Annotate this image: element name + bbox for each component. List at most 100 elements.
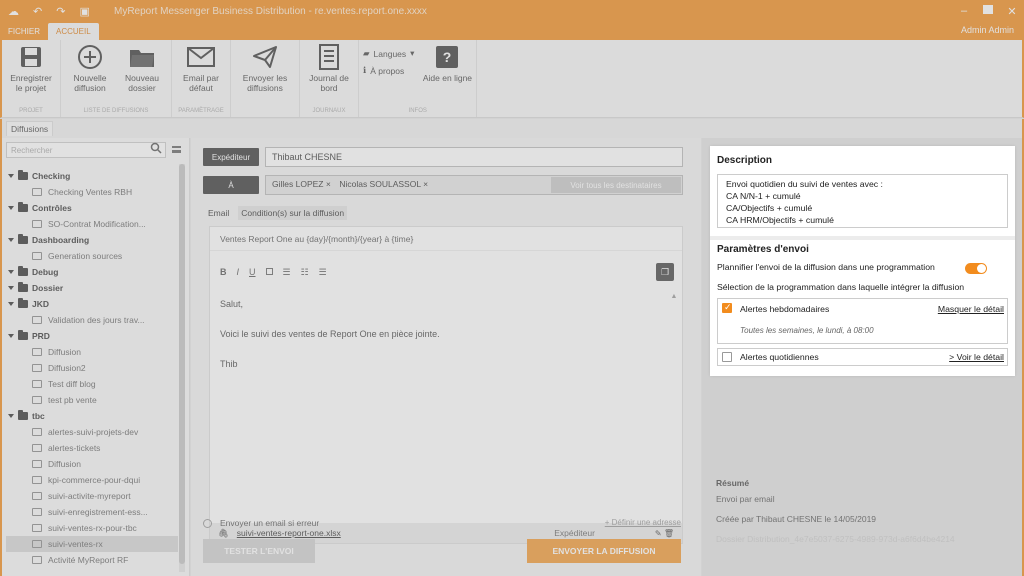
tree-folder[interactable]: Debug (6, 264, 178, 280)
recipients-field[interactable]: Gilles LOPEZ × Nicolas SOULASSOL × Voir … (265, 175, 683, 195)
minimize-button[interactable]: – (952, 5, 976, 18)
maximize-button[interactable] (976, 4, 1000, 18)
new-diffusion-button[interactable]: Nouvelle diffusion (65, 44, 115, 108)
tree-item[interactable]: Diffusion (6, 344, 178, 360)
search-icon[interactable] (150, 142, 162, 157)
diffusion-icon (32, 220, 42, 228)
tree-item[interactable]: suivi-ventes-rx (6, 536, 178, 552)
tree-item[interactable]: Validation des jours trav... (6, 312, 178, 328)
tree-item[interactable]: suivi-ventes-rx-pour-tbc (6, 520, 178, 536)
test-send-button[interactable]: TESTER L'ENVOI (203, 539, 315, 563)
schedule-weekly: Alertes hebdomadaires Masquer le détail … (717, 298, 1008, 344)
edit-icon[interactable]: ✎ (655, 529, 662, 538)
align-right-icon[interactable]: ☰ (319, 267, 327, 278)
tree-item[interactable]: test pb vente (6, 392, 178, 408)
expand-arrow-icon[interactable] (8, 238, 14, 242)
tree-item[interactable]: Checking Ventes RBH (6, 184, 178, 200)
list-icon[interactable]: ☷ (301, 267, 309, 278)
tree-item[interactable]: kpi-commerce-pour-dqui (6, 472, 178, 488)
color-icon[interactable] (265, 267, 273, 278)
tree-item[interactable]: suivi-activite-myreport (6, 488, 178, 504)
expand-arrow-icon[interactable] (8, 286, 14, 290)
tree-folder[interactable]: Contrôles (6, 200, 178, 216)
expand-arrow-icon[interactable] (8, 174, 14, 178)
expand-arrow-icon[interactable] (8, 302, 14, 306)
tree-folder[interactable]: Dossier (6, 280, 178, 296)
subject-field[interactable]: Ventes Report One au {day}/{month}/{year… (210, 227, 682, 251)
hide-detail-link[interactable]: Masquer le détail (938, 304, 1004, 314)
logbook-button[interactable]: Journal de bord (304, 44, 354, 108)
underline-icon[interactable]: U (249, 267, 256, 278)
expand-arrow-icon[interactable] (8, 414, 14, 418)
close-button[interactable]: ✕ (1000, 5, 1024, 18)
to-button[interactable]: À (203, 176, 259, 194)
save-project-button[interactable]: Enregistrer le projet (6, 44, 56, 108)
redo-icon[interactable]: ↷ (56, 5, 65, 18)
expand-arrow-icon[interactable] (8, 270, 14, 274)
tree-folder[interactable]: tbc (6, 408, 178, 424)
attachment-role[interactable]: Expéditeur (554, 528, 595, 538)
tree-scrollbar[interactable] (179, 164, 185, 572)
summary-title: Résumé (716, 478, 750, 488)
schedule-daily-checkbox[interactable] (722, 352, 732, 362)
ribbon-group-infos: ▰ Langues ▾ ℹÀ propos ? Aide en ligne INFO… (359, 40, 478, 117)
save-quick-icon[interactable]: ▣ (79, 5, 89, 18)
tab-accueil[interactable]: ACCUEIL (48, 23, 99, 40)
tree-item[interactable]: alertes-suivi-projets-dev (6, 424, 178, 440)
tree-item[interactable]: Activité MyReport RF (6, 552, 178, 568)
tree-folder[interactable]: Dashboarding (6, 232, 178, 248)
tree-folder[interactable]: Checking (6, 168, 178, 184)
send-diffusions-button[interactable]: Envoyer les diffusions (235, 44, 295, 114)
scroll-up-icon[interactable]: ▲ (670, 293, 678, 300)
email-body[interactable]: Salut, Voici le suivi des ventes de Repo… (220, 297, 650, 387)
copy-icon[interactable]: ❐ (656, 263, 674, 281)
tree-item[interactable]: Diffusion2 (6, 360, 178, 376)
delete-icon[interactable]: 🗑 (664, 529, 674, 538)
diffusion-settings-panel: Résumé Envoi par email Créée par Thibaut… (702, 138, 1024, 576)
plan-label: Plannifier l'envoi de la diffusion dans … (717, 262, 935, 272)
editor-scrollbar[interactable]: ▲ (670, 293, 678, 543)
tree-folder[interactable]: JKD (6, 296, 178, 312)
section-divider (710, 236, 1015, 240)
recipient-chip[interactable]: Gilles LOPEZ × (272, 179, 331, 189)
tree-item[interactable]: alertes-tickets (6, 440, 178, 456)
user-menu[interactable]: Admin Admin (961, 25, 1024, 40)
plan-toggle[interactable] (965, 263, 987, 274)
expand-arrow-icon[interactable] (8, 334, 14, 338)
undo-icon[interactable]: ↶ (33, 5, 42, 18)
ribbon-group-liste: Nouvelle diffusion Nouveau dossier LISTE… (61, 40, 172, 117)
error-email-radio[interactable] (203, 518, 212, 528)
online-help-button[interactable]: ? Aide en ligne (422, 44, 472, 108)
default-email-button[interactable]: Email par défaut (176, 44, 226, 108)
attachment-link[interactable]: suivi-ventes-report-one.xlsx (237, 528, 341, 538)
all-recipients-button[interactable]: Voir tous les destinataires (551, 177, 681, 193)
tree-item[interactable]: suivi-enregistrement-ess... (6, 504, 178, 520)
sender-field[interactable]: Thibaut CHESNE (265, 147, 683, 167)
new-folder-button[interactable]: Nouveau dossier (117, 44, 167, 108)
error-email-option[interactable]: Envoyer un email si erreur (203, 518, 319, 528)
tree-item[interactable]: Test diff blog (6, 376, 178, 392)
tab-conditions[interactable]: Condition(s) sur la diffusion (238, 206, 348, 220)
send-diffusion-button[interactable]: ENVOYER LA DIFFUSION (527, 539, 681, 563)
tree-menu-icon[interactable] (172, 146, 181, 153)
show-detail-link[interactable]: > Voir le détail (949, 352, 1004, 362)
tree-folder[interactable]: PRD (6, 328, 178, 344)
tree-item[interactable]: Diffusion (6, 456, 178, 472)
languages-button[interactable]: ▰ Langues ▾ (363, 48, 414, 59)
bold-icon[interactable]: B (220, 267, 227, 278)
recipient-chip[interactable]: Nicolas SOULASSOL × (339, 179, 428, 189)
tab-email[interactable]: Email (205, 206, 232, 220)
tab-diffusions[interactable]: Diffusions (6, 121, 54, 136)
tree-search-input[interactable]: Rechercher (6, 142, 166, 158)
about-button[interactable]: ℹÀ propos (363, 65, 414, 76)
expand-arrow-icon[interactable] (8, 206, 14, 210)
define-address-link[interactable]: + Définir une adresse (605, 518, 681, 527)
description-field[interactable]: Envoi quotidien du suivi de ventes avec … (717, 174, 1008, 228)
folder-icon (128, 44, 156, 70)
tree-item[interactable]: Generation sources (6, 248, 178, 264)
italic-icon[interactable]: I (237, 267, 240, 278)
tree-item[interactable]: SO-Contrat Modification... (6, 216, 178, 232)
tab-fichier[interactable]: FICHIER (0, 23, 48, 40)
schedule-weekly-checkbox[interactable] (722, 302, 732, 313)
align-left-icon[interactable]: ☰ (283, 267, 291, 278)
